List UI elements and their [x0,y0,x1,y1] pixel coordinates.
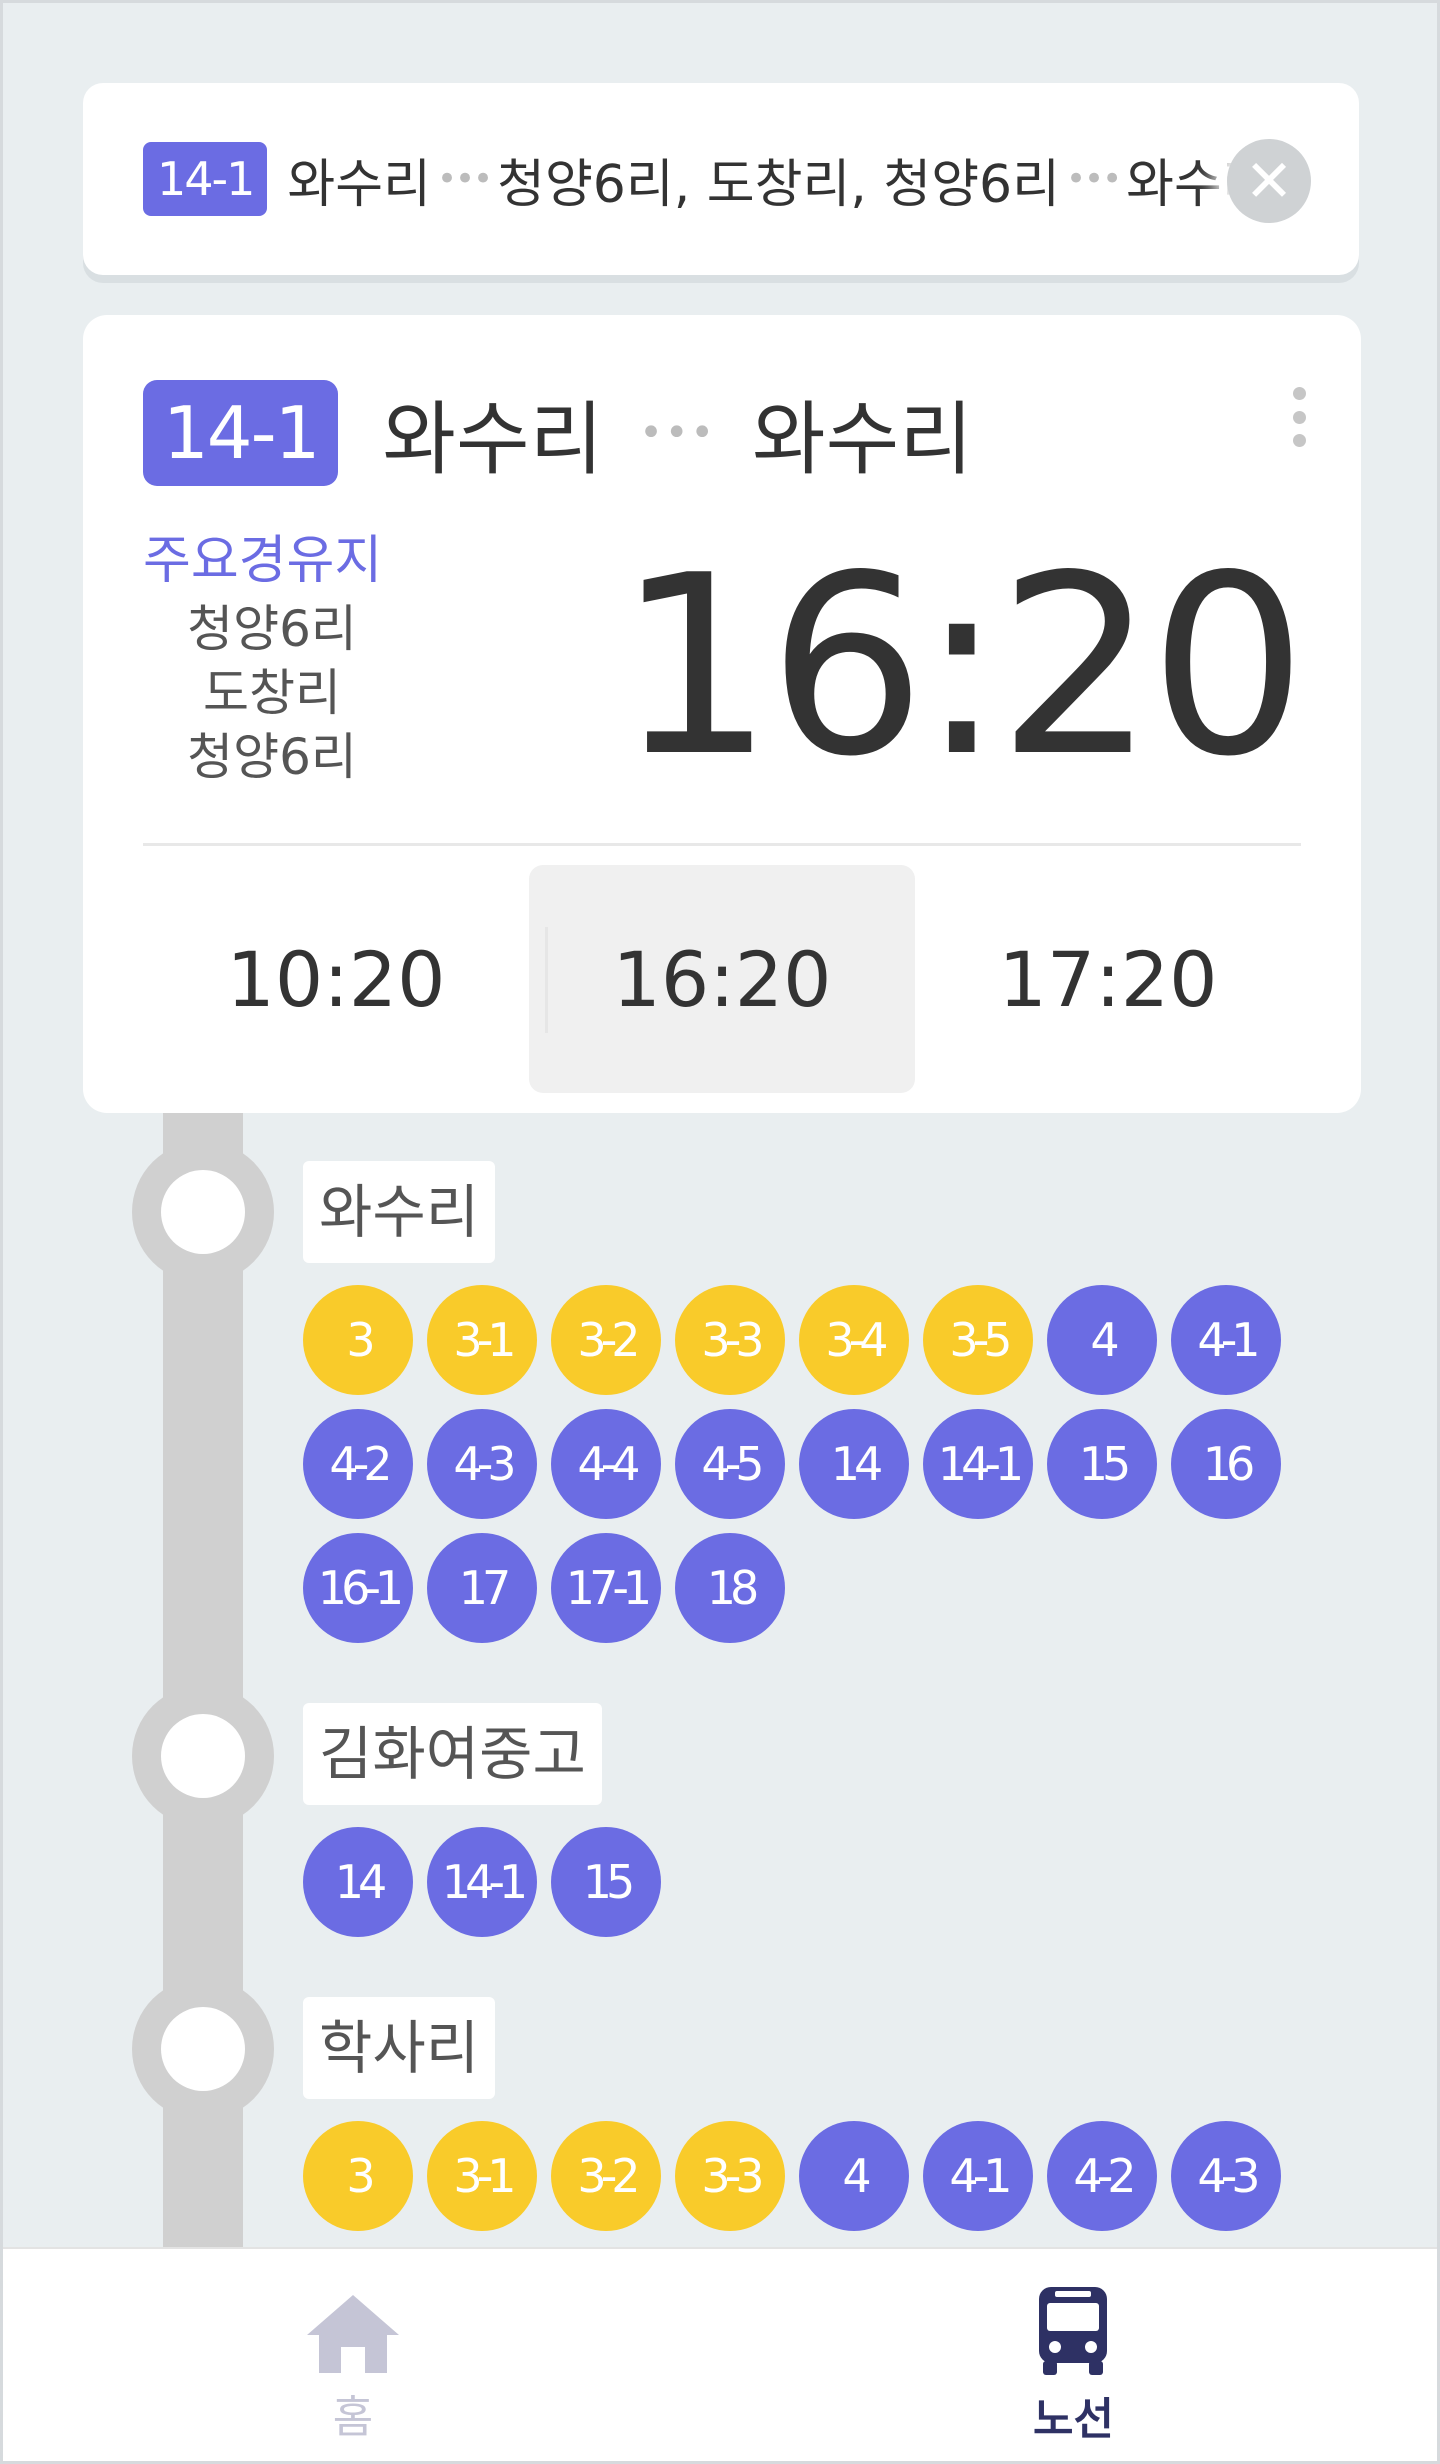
more-vertical-icon[interactable] [1291,387,1307,447]
route-chip[interactable]: 15 [551,1827,661,1937]
via-stop: 도창리 [203,664,341,722]
route-chip[interactable]: 16 [1171,1409,1281,1519]
route-chip[interactable]: 18 [675,1533,785,1643]
time-tab[interactable]: 17:20 [915,865,1301,1093]
selected-departure-time: 16:20 [616,523,1307,811]
route-number-badge: 14-1 [143,380,339,486]
route-chip[interactable]: 3 [303,2121,413,2231]
route-chip[interactable]: 14-1 [427,1827,537,1937]
route-chip[interactable]: 4 [1047,1285,1157,1395]
route-chip[interactable]: 3-1 [427,1285,537,1395]
route-chip[interactable]: 4-2 [303,1409,413,1519]
route-origin: 와수리 [287,154,431,215]
nav-route-label: 노선 [1033,2394,1114,2445]
route-dots: ••• [1065,159,1122,199]
card-destination: 와수리 [752,393,973,486]
via-title: 주요경유지 [143,531,383,591]
main-via-stops: 주요경유지 청양6리 도창리 청양6리 [143,529,393,789]
route-chip[interactable]: 4 [799,2121,909,2231]
route-chip[interactable]: 17 [427,1533,537,1643]
divider [143,843,1301,846]
route-chip[interactable]: 3-3 [675,1285,785,1395]
nav-route[interactable]: 노선 [1033,2285,1114,2447]
route-chip[interactable]: 4-1 [1171,1285,1281,1395]
route-via: 청양6리, 도창리, 청양6리 [497,154,1060,215]
route-chip[interactable]: 15 [1047,1409,1157,1519]
route-chip[interactable]: 16-1 [303,1533,413,1643]
route-chip[interactable]: 17-1 [551,1533,661,1643]
route-chip[interactable]: 4-4 [551,1409,661,1519]
nav-home[interactable]: 홈 [303,2291,403,2445]
route-number-badge: 14-1 [143,142,268,216]
route-chip[interactable]: 3-2 [551,1285,661,1395]
route-chip[interactable]: 14 [303,1827,413,1937]
close-icon[interactable]: ✕ [1227,139,1311,223]
route-chip[interactable]: 3 [303,1285,413,1395]
stop-routes: 14 14-1 15 [303,1827,1303,1937]
route-chip[interactable]: 4-3 [1171,2121,1281,2231]
selected-route-bar[interactable]: 14-1 와수리 ••• 청양6리, 도창리, 청양6리 ••• 와수리 ✕ [83,83,1359,275]
route-chip[interactable]: 14 [799,1409,909,1519]
stop-name[interactable]: 학사리 [303,1997,496,2099]
stop-node-icon [132,1685,274,1827]
card-route-title: 와수리 ••• 와수리 [382,375,972,491]
route-chip[interactable]: 14-1 [923,1409,1033,1519]
tab-separator [545,927,548,1033]
card-header: 14-1 와수리 ••• 와수리 [143,375,973,491]
route-summary: 와수리 ••• 청양6리, 도창리, 청양6리 ••• 와수리 [287,142,1269,217]
via-list: 청양6리 도창리 청양6리 [143,597,393,789]
route-chip[interactable]: 4-2 [1047,2121,1157,2231]
route-timetable-card: 14-1 와수리 ••• 와수리 주요경유지 청양6리 도창리 청양6리 16:… [83,315,1361,1113]
app-screen: 14-1 와수리 ••• 청양6리, 도창리, 청양6리 ••• 와수리 ✕ 1… [0,0,1440,2464]
via-stop: 청양6리 [187,600,357,658]
home-icon [307,2295,399,2373]
route-chip[interactable]: 3-1 [427,2121,537,2231]
stop-node-icon [132,1141,274,1283]
route-chip[interactable]: 3-5 [923,1285,1033,1395]
departure-time-tabs: 10:20 16:20 17:20 [143,865,1301,1093]
stop-routes: 3 3-1 3-2 3-3 3-4 3-5 4 4-1 4-2 4-3 4-4 4-5 14 14-1 15… [303,1285,1303,1643]
route-chip[interactable]: 3-4 [799,1285,909,1395]
route-chip[interactable]: 3-3 [675,2121,785,2231]
time-tab[interactable]: 10:20 [143,865,529,1093]
nav-home-label: 홈 [332,2392,374,2443]
stop-node-icon [132,1978,274,2120]
bus-icon [1039,2287,1108,2375]
card-origin: 와수리 [382,393,604,486]
bottom-navigation: 홈 노선 [3,2247,1437,2461]
via-stop: 청양6리 [187,728,357,786]
stop-routes: 3 3-1 3-2 3-3 4 4-1 4-2 4-3 [303,2121,1303,2231]
stop-name[interactable]: 김화여중고 [303,1703,602,1805]
route-chip[interactable]: 4-3 [427,1409,537,1519]
route-chip[interactable]: 4-5 [675,1409,785,1519]
route-dots: ••• [436,159,493,199]
time-tab-selected[interactable]: 16:20 [529,865,915,1093]
route-chip[interactable]: 4-1 [923,2121,1033,2231]
stop-name[interactable]: 와수리 [303,1161,496,1263]
route-chip[interactable]: 3-2 [551,2121,661,2231]
card-route-dots: ••• [639,410,716,456]
